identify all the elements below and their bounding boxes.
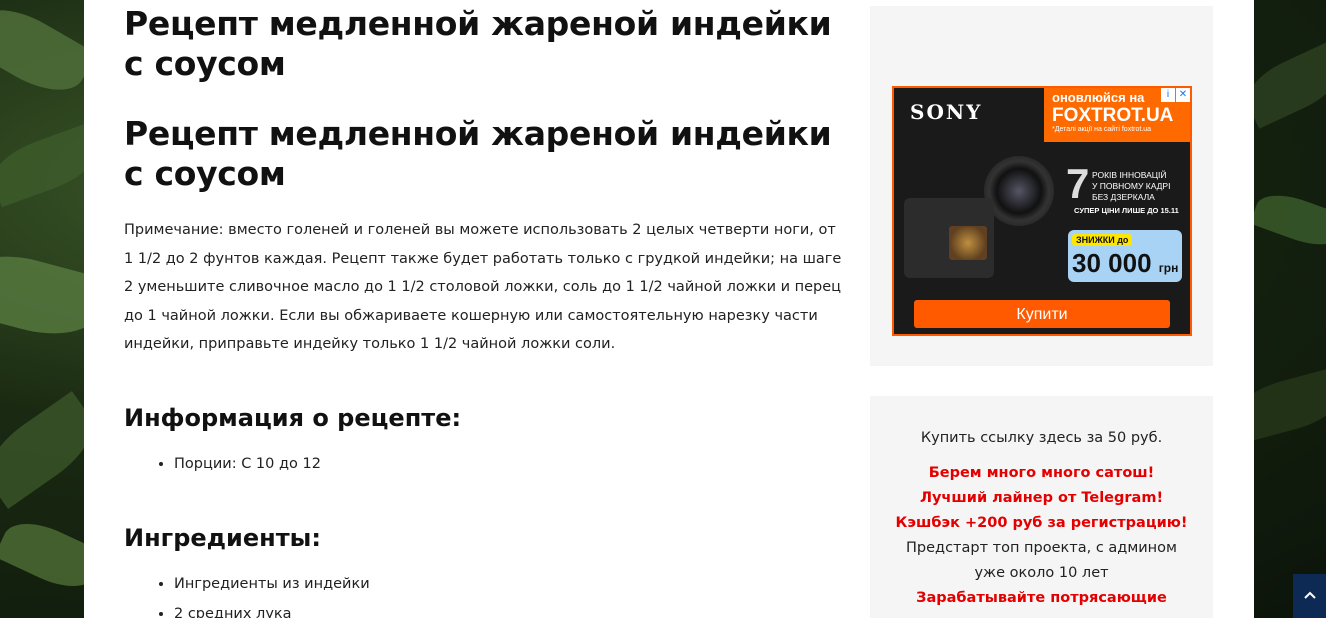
- promo-top-text: оновлюйся на: [1052, 90, 1145, 105]
- list-item: 2 средних лука: [174, 599, 844, 618]
- links-widget: Купить ссылку здесь за 50 руб. Берем мно…: [870, 396, 1213, 618]
- list-item: Порции: С 10 до 12: [174, 449, 844, 479]
- background-foliage-right: [1254, 0, 1326, 618]
- recipe-info-heading: Информация о рецепте:: [124, 403, 462, 432]
- camera-sensor-image: [949, 226, 987, 260]
- ingredients-heading: Ингредиенты:: [124, 523, 321, 552]
- sponsored-link[interactable]: Берем много много сатош! Лучший лайнер о…: [894, 461, 1189, 511]
- price-currency: грн: [1158, 261, 1179, 275]
- scroll-to-top-button[interactable]: [1293, 574, 1326, 618]
- article-content: Рецепт медленной жареной индейки с соусо…: [124, 0, 844, 618]
- background-foliage-left: [0, 0, 84, 618]
- sponsored-text: Предстарт топ проекта, с админом уже око…: [906, 540, 1177, 581]
- buy-link-text: Купить ссылку здесь за 50 руб.: [920, 430, 1163, 446]
- years-text: РОКІВ ІННОВАЦІЙ У ПОВНОМУ КАДРІ БЕЗ ДЗЕР…: [1092, 170, 1171, 202]
- sidebar: SONY оновлюйся на FOXTROT.UA *Деталі акц…: [870, 6, 1213, 618]
- list-item: Ингредиенты из индейки: [174, 569, 844, 599]
- sponsored-link[interactable]: Зарабатывайте потрясающие деньги: [894, 586, 1189, 618]
- ad-info-icon[interactable]: i: [1161, 88, 1175, 102]
- ad-controls: i ✕: [1160, 88, 1190, 102]
- recipe-note: Примечание: вместо голеней и голеней вы …: [124, 222, 842, 352]
- article-title: Рецепт медленной жареной индейки с соусо…: [124, 4, 832, 83]
- ad-widget: SONY оновлюйся на FOXTROT.UA *Деталі акц…: [870, 6, 1213, 366]
- buy-button[interactable]: Купити: [914, 300, 1170, 328]
- discount-tag: ЗНИЖКИ до: [1072, 234, 1133, 246]
- price-amount: 30 000: [1072, 248, 1152, 278]
- price-box: ЗНИЖКИ до 30 000 грн: [1068, 230, 1182, 282]
- recipe-info-list: Порции: С 10 до 12: [124, 449, 844, 479]
- years-number: 7: [1066, 160, 1090, 207]
- page-container: Рецепт медленной жареной индейки с соусо…: [84, 0, 1254, 618]
- price-value: 30 000 грн: [1072, 248, 1178, 279]
- ad-close-icon[interactable]: ✕: [1176, 88, 1190, 102]
- camera-lens-image: [984, 156, 1054, 226]
- chevron-up-icon: [1303, 591, 1316, 599]
- promo-brand: FOXTROT.UA: [1052, 105, 1174, 126]
- article-title-repeat: Рецепт медленной жареной индейки с соусо…: [124, 114, 832, 193]
- promo-fineprint: *Деталі акції на сайті foxtrot.ua: [1052, 126, 1152, 133]
- ad-banner[interactable]: SONY оновлюйся на FOXTROT.UA *Деталі акц…: [892, 86, 1192, 336]
- super-price-text: СУПЕР ЦІНИ ЛИШЕ ДО 15.11: [1074, 206, 1179, 215]
- sponsored-link[interactable]: Кэшбэк +200 руб за регистрацию!: [894, 511, 1189, 536]
- ingredients-list: Ингредиенты из индейки 2 средних лука: [124, 569, 844, 618]
- sony-logo: SONY: [910, 100, 983, 124]
